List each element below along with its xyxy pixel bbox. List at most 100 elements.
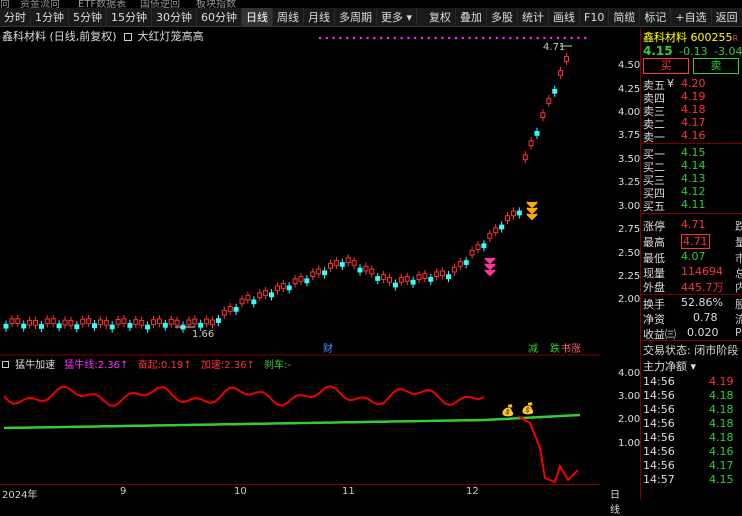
candle-body <box>416 274 422 280</box>
candle-body <box>56 323 62 329</box>
signal-dot <box>577 36 580 40</box>
indicator-name[interactable]: 猛牛加速 <box>15 360 55 371</box>
candle-body <box>62 319 68 326</box>
candle-body <box>375 276 381 281</box>
main-flow-row[interactable]: 主力净额 ▾ <box>643 358 696 374</box>
signal-dot <box>393 36 396 40</box>
tab-fenshi[interactable]: 分时 <box>0 7 31 27</box>
tick-row: 14:57 4.15 <box>643 473 742 486</box>
btn-overlay[interactable]: 叠加 <box>456 7 488 27</box>
buy-button[interactable]: 买 <box>643 58 689 74</box>
candle-body <box>505 215 510 221</box>
btn-f10[interactable]: F10 <box>580 7 610 27</box>
candle-body <box>304 278 310 284</box>
stat-label: 换手 <box>643 298 665 311</box>
candle-body <box>428 277 434 282</box>
btn-stats[interactable]: 统计 <box>518 7 550 27</box>
settings-icon[interactable] <box>2 361 9 368</box>
candle-body <box>469 249 475 256</box>
candle-body <box>274 285 280 292</box>
tick-time: 14:56 <box>643 431 675 444</box>
candle-body <box>493 227 499 234</box>
chart-title: 鑫科材料 (日线,前复权) 大红灯笼高高 <box>2 28 204 44</box>
tab-1min[interactable]: 1分钟 <box>31 7 69 27</box>
indicator-axis: 4.00 3.00 2.00 1.00 <box>600 358 640 484</box>
candle-body <box>510 210 516 217</box>
btn-multi-stock[interactable]: 多股 <box>487 7 519 27</box>
book-divider <box>641 143 742 144</box>
candle-body <box>198 322 204 328</box>
marker-die[interactable]: 跌 <box>550 342 560 355</box>
tab-60min[interactable]: 60分钟 <box>197 7 242 27</box>
candle-body <box>3 323 9 329</box>
indicator-red-line <box>3 385 485 407</box>
tick-price: 4.19 <box>709 375 734 388</box>
candle-body <box>387 277 392 283</box>
candle-body <box>133 319 139 325</box>
btn-mark[interactable]: 标记 <box>640 7 672 27</box>
stat-tail: 流 <box>735 313 742 326</box>
btn-draw[interactable]: 画线 <box>549 7 581 27</box>
candle-body <box>351 260 357 266</box>
code-suffix: R <box>732 34 739 43</box>
candle-body <box>404 276 410 282</box>
btn-brief[interactable]: 简缆 <box>609 7 641 27</box>
candle-body <box>345 257 351 264</box>
candle-body <box>481 243 487 249</box>
settings-icon[interactable] <box>124 33 133 41</box>
signal-dot <box>400 36 403 40</box>
marker-jian[interactable]: 减 <box>528 343 538 355</box>
candle-body <box>280 283 286 289</box>
stats-divider <box>641 213 742 214</box>
main-indicator-name[interactable]: 大红灯笼高高 <box>138 30 204 43</box>
tab-15min[interactable]: 15分钟 <box>107 7 152 27</box>
time-tick: 9 <box>120 486 127 497</box>
bid-price: 4.12 <box>681 185 706 198</box>
ask-row: 卖三 4.18 <box>643 103 742 118</box>
candle-body <box>457 261 463 267</box>
chevron-down-icon: ▾ <box>690 360 697 373</box>
tab-monthly[interactable]: 月线 <box>304 7 335 27</box>
btn-fuquan[interactable]: 复权 <box>425 7 457 27</box>
signal-dot <box>380 36 383 40</box>
stat-label: 最高 <box>643 236 665 249</box>
candle-body <box>115 319 121 325</box>
sell-button[interactable]: 卖 <box>693 58 739 74</box>
chevron-down-icon: ▾ <box>406 10 413 24</box>
signal-dot <box>543 36 546 40</box>
stats2-divider <box>641 294 742 295</box>
tab-weekly[interactable]: 周线 <box>273 7 304 27</box>
candle-body <box>434 271 440 278</box>
indicator-red-drop-line <box>517 415 579 484</box>
bid-price: 4.15 <box>681 146 706 159</box>
price-tick: 3.25 <box>618 177 641 188</box>
price-tick: 4.00 <box>618 107 641 118</box>
candle-body <box>109 324 115 330</box>
btn-add-watchlist[interactable]: +自选 <box>671 7 712 27</box>
stat-value: 0.78 <box>693 311 718 324</box>
kline-chart[interactable]: 1.66 4.71 财 减 跌 书涨 <box>0 28 600 358</box>
ask-price: 4.18 <box>681 103 706 116</box>
marker-cai[interactable]: 财 <box>323 342 333 355</box>
stock-period-label: 鑫科材料 (日线,前复权) <box>2 30 117 43</box>
candle-body <box>298 276 304 282</box>
more-dropdown[interactable]: 更多 ▾ <box>377 7 418 27</box>
tab-daily[interactable]: 日线 <box>242 7 273 27</box>
candle-body <box>522 154 528 161</box>
tab-multi-period[interactable]: 多周期 <box>335 7 377 27</box>
indicator-value: 2.36↑ <box>224 360 255 371</box>
indicator-tick: 1.00 <box>618 438 641 449</box>
period-indicator: 日线 <box>610 490 620 516</box>
candle-body <box>245 294 251 301</box>
marker-zhang[interactable]: 书涨 <box>561 343 581 355</box>
candle-body <box>446 274 451 279</box>
candle-body <box>339 262 345 267</box>
price-tick: 4.25 <box>618 84 641 95</box>
indicator-chart[interactable]: 💰 💰 <box>0 358 600 484</box>
tab-30min[interactable]: 30分钟 <box>152 7 197 27</box>
signal-dot <box>366 36 369 40</box>
tab-5min[interactable]: 5分钟 <box>69 7 107 27</box>
candle-body <box>68 320 74 326</box>
stat-value: 52.86% <box>681 296 723 309</box>
btn-back[interactable]: 返回 <box>712 7 742 27</box>
